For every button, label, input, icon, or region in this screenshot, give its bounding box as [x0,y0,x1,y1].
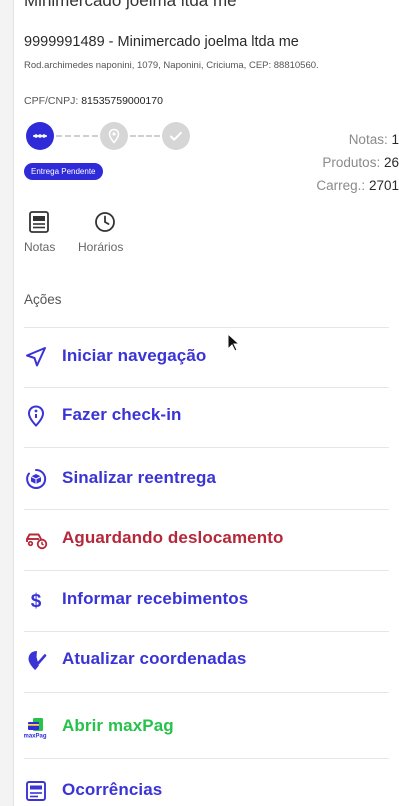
step-done [162,122,190,150]
svg-text:maxPag: maxPag [24,734,47,740]
stat-carregamento: Carreg.: 2701 [316,178,399,193]
cpf-cnpj: CPF/CNPJ: 81535759000170 [24,95,163,107]
maxpag-logo-icon: maxPag [24,718,47,740]
document-icon [29,211,49,233]
step-pending [26,122,54,150]
mouse-cursor-icon [227,333,241,352]
inform-receipts-label: Informar recebimentos [62,589,249,608]
update-coordinates-label: Atualizar coordenadas [62,649,247,668]
cpf-label: CPF/CNPJ: [24,95,79,107]
tab-horarios-label: Horários [78,240,124,254]
step-location [100,122,128,150]
open-maxpag-label: Abrir maxPag [62,716,174,735]
delivery-stats: Notas: 1 Produtos: 26 Carreg.: 2701 [316,128,399,197]
stat-notas: Notas: 1 [348,132,399,147]
divider [24,758,389,759]
location-check-icon [28,651,47,670]
pin-icon [108,128,120,144]
divider [24,509,389,510]
delivery-detail-panel: Minimercado joelma ltda me 9999991489 - … [24,0,399,806]
divider [24,327,389,328]
inform-receipts-button[interactable]: $ Informar recebimentos [24,580,389,620]
occurrences-label: Ocorrências [62,780,163,799]
progress-dash [130,135,160,137]
divider [24,447,389,448]
signal-redelivery-button[interactable]: Sinalizar reentrega [24,459,389,499]
store-address: Rod.archimedes naponini, 1079, Naponini,… [24,60,319,71]
box-cycle-icon [26,468,47,489]
divider [24,570,389,571]
dollar-icon: $ [31,591,42,612]
signal-redelivery-label: Sinalizar reentrega [62,468,217,487]
divider [24,631,389,632]
open-maxpag-button[interactable]: maxPag Abrir maxPag [24,707,389,747]
tab-notas-label: Notas [24,240,56,254]
tab-notas[interactable]: Notas [24,210,84,258]
cpf-value: 81535759000170 [81,95,163,107]
awaiting-departure-label: Aguardando deslocamento [62,528,284,547]
check-icon [170,131,182,141]
tab-horarios[interactable]: Horários [78,210,138,258]
left-edge-panel [0,0,14,806]
status-badge: Entrega Pendente [24,163,103,180]
update-coordinates-button[interactable]: Atualizar coordenadas [24,640,389,680]
check-in-button[interactable]: Fazer check-in [24,396,389,436]
top-store-name: Minimercado joelma ltda me [24,0,237,10]
progress-dash [56,135,98,137]
start-navigation-button[interactable]: Iniciar navegação [24,337,389,377]
delivery-progress [24,122,204,152]
dots-icon [33,134,47,138]
report-icon [26,781,46,801]
location-pin-icon [27,405,45,427]
awaiting-departure-button[interactable]: Aguardando deslocamento [24,519,389,559]
check-in-label: Fazer check-in [62,405,182,424]
navigation-arrow-icon [26,347,46,367]
stat-produtos: Produtos: 26 [322,155,399,170]
actions-title: Ações [24,292,62,307]
clock-icon [95,212,115,232]
svg-text:$: $ [31,591,42,612]
store-title: 9999991489 - Minimercado joelma ltda me [24,34,299,50]
car-clock-icon [26,533,48,550]
start-navigation-label: Iniciar navegação [62,346,207,365]
divider [24,692,389,693]
divider [24,387,389,388]
occurrences-button[interactable]: Ocorrências [24,771,389,806]
